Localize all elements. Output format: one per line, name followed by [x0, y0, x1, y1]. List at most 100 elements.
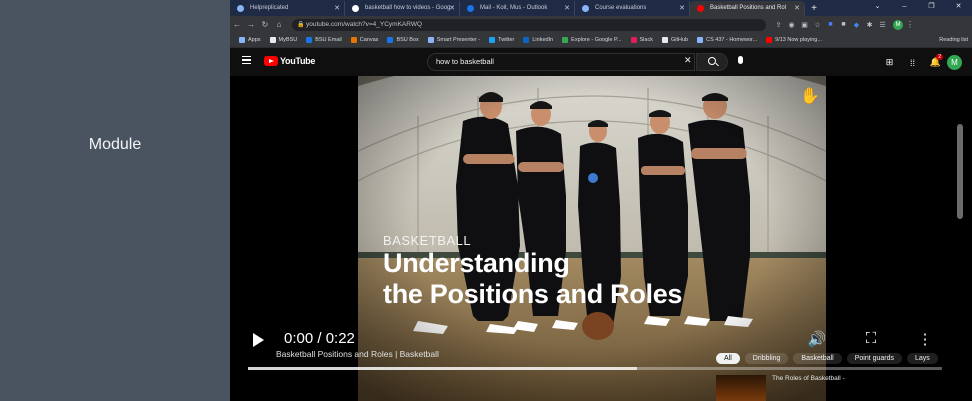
bookmark-icon: [697, 37, 704, 43]
bookmark-icon: [306, 37, 313, 43]
extension-blue-icon[interactable]: ■: [824, 21, 837, 29]
chip-all[interactable]: All: [716, 353, 740, 364]
more-options-icon[interactable]: ⋮: [898, 330, 952, 348]
bookmark-icon: [427, 37, 434, 43]
queue-icon[interactable]: ☰: [876, 21, 889, 29]
bookmark-icon: [562, 37, 569, 43]
bookmark-item[interactable]: Canvas: [350, 37, 378, 43]
account-avatar[interactable]: M: [947, 55, 962, 70]
chip-basketball[interactable]: Basketball: [793, 353, 842, 364]
video-title[interactable]: Basketball Positions and Roles | Basketb…: [276, 349, 439, 359]
progress-fill: [248, 367, 637, 370]
search-button[interactable]: [696, 53, 728, 71]
address-bar: ← → ↻ ⌂ 🔒 youtube.com/watch?v=4_YCymKARW…: [230, 16, 972, 33]
linkedin-icon: [523, 37, 530, 43]
close-tab-icon[interactable]: ✕: [679, 1, 685, 16]
close-tab-icon[interactable]: ✕: [564, 1, 570, 16]
time-display: 0:00 / 0:22: [284, 330, 355, 347]
play-icon[interactable]: [253, 333, 264, 347]
close-tab-icon[interactable]: ✕: [794, 1, 800, 16]
chip-point-guards[interactable]: Point guards: [846, 353, 903, 364]
close-tab-icon[interactable]: ✕: [449, 1, 455, 16]
forward-icon[interactable]: →: [244, 20, 258, 29]
camera-icon[interactable]: ▣: [798, 21, 811, 29]
recommended-video[interactable]: The Roles of Basketball -: [716, 375, 845, 401]
youtube-play-icon: [264, 56, 278, 66]
browser-tab[interactable]: Mail - Koit, Mus - Outlook ✕: [460, 1, 575, 16]
bookmark-item[interactable]: LinkedIn: [523, 37, 553, 43]
hamburger-menu-icon[interactable]: [242, 56, 251, 64]
bookmark-item[interactable]: MyBSU: [269, 37, 297, 43]
browser-tab[interactable]: Helpreplicated ✕: [230, 1, 345, 16]
search-input[interactable]: how to basketball: [427, 53, 695, 71]
bookmark-item[interactable]: Smart Presenter -: [427, 37, 480, 43]
bookmarks-bar: Apps MyBSU BSU Email Canvas BSU Box Smar…: [230, 33, 972, 48]
slack-icon: [630, 37, 637, 43]
overlay-title-line2: the Positions and Roles: [383, 279, 683, 309]
video-player[interactable]: ✋ BASKETBALL Understanding the Positions…: [230, 76, 972, 401]
player-controls-right: 🔊 ⛶ ⋮: [790, 330, 952, 348]
tab-favicon-icon: [467, 5, 474, 12]
apps-icon: [239, 37, 245, 43]
bookmark-item[interactable]: 9/13 Now playing...: [766, 37, 822, 43]
github-icon: [661, 37, 668, 43]
clear-search-icon[interactable]: ✕: [684, 55, 692, 66]
bookmark-item[interactable]: Slack: [630, 37, 653, 43]
microphone-icon[interactable]: [738, 56, 743, 64]
browser-tab[interactable]: Course evaluations ✕: [575, 1, 690, 16]
extension-icons: ⇪ ◉ ▣ ☆ ■ ■ ◆ ✱ ☰: [772, 21, 889, 29]
bookmark-item[interactable]: BSU Box: [387, 37, 419, 43]
apps-grid-icon[interactable]: ⁞⁞: [901, 58, 924, 68]
star-icon[interactable]: ☆: [811, 21, 824, 29]
bookmark-item[interactable]: BSU Email: [306, 37, 342, 43]
restore-icon[interactable]: ❐: [918, 0, 945, 16]
close-window-icon[interactable]: ✕: [945, 0, 972, 16]
related-chips: All Dribbling Basketball Point guards La…: [716, 353, 943, 364]
youtube-bookmark-icon: [766, 37, 773, 43]
puzzle-icon[interactable]: ✱: [863, 21, 876, 29]
tab-title: basketball how to videos - Goog: [365, 5, 451, 11]
scrollbar-thumb[interactable]: [957, 124, 963, 219]
browser-tab[interactable]: basketball how to videos - Goog ✕: [345, 1, 460, 16]
notification-badge: 2: [936, 54, 943, 60]
minimize-icon[interactable]: –: [891, 0, 918, 16]
progress-bar[interactable]: [248, 367, 942, 370]
logo-text: YouTube: [280, 56, 316, 66]
recommended-title: The Roles of Basketball -: [772, 375, 845, 382]
module-panel: Module: [0, 0, 230, 401]
url-field[interactable]: 🔒 youtube.com/watch?v=4_YCymKARWQ: [292, 18, 766, 31]
extension-color-icon[interactable]: ◆: [850, 21, 863, 29]
tab-search-icon[interactable]: ⌄: [864, 0, 891, 16]
back-icon[interactable]: ←: [230, 20, 244, 29]
extension-grey-icon[interactable]: ■: [837, 21, 850, 29]
tab-title: Course evaluations: [595, 5, 647, 11]
reload-icon[interactable]: ↻: [258, 20, 272, 29]
bookmark-icon: [387, 37, 394, 43]
menu-dots-icon[interactable]: ⋮: [903, 20, 917, 29]
bookmark-item[interactable]: GitHub: [661, 37, 688, 43]
browser-tab-active[interactable]: Basketball Positions and Rol ✕: [690, 1, 805, 16]
chip-dribbling[interactable]: Dribbling: [744, 353, 789, 364]
chip-lays[interactable]: Lays: [907, 353, 938, 364]
youtube-logo[interactable]: YouTube: [264, 56, 315, 66]
bookmark-item[interactable]: Apps: [239, 37, 261, 43]
bookmark-icon: [350, 37, 357, 43]
bookmark-item[interactable]: Explore - Google P...: [562, 37, 622, 43]
create-video-icon[interactable]: ⊞: [878, 57, 901, 68]
window-controls: ⌄ – ❐ ✕: [864, 0, 972, 16]
notifications-icon[interactable]: 🔔 2: [924, 54, 947, 68]
new-tab-button[interactable]: +: [805, 1, 823, 16]
profile-avatar[interactable]: M: [893, 19, 903, 30]
overlay-title-line1: Understanding: [383, 248, 570, 278]
volume-icon[interactable]: 🔊: [790, 330, 844, 348]
fullscreen-icon[interactable]: ⛶: [844, 330, 898, 348]
bookmark-item[interactable]: Twitter: [489, 37, 514, 43]
home-icon[interactable]: ⌂: [272, 20, 286, 29]
eye-icon[interactable]: ◉: [785, 21, 798, 29]
reading-list[interactable]: Reading list: [939, 33, 968, 48]
header-actions: ⊞ ⁞⁞ 🔔 2 M: [878, 54, 962, 70]
lock-icon: 🔒: [297, 21, 305, 28]
share-icon[interactable]: ⇪: [772, 21, 785, 29]
bookmark-item[interactable]: CS 437 - Homewor...: [697, 37, 757, 43]
close-tab-icon[interactable]: ✕: [334, 1, 340, 16]
